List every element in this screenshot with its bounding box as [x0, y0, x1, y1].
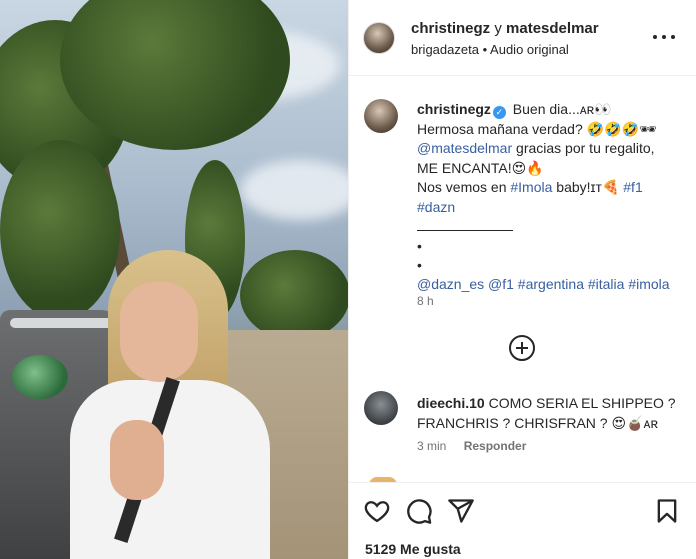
post-actions-bar: 5129 Me gusta	[349, 482, 696, 559]
comment-username[interactable]: dieechi.10	[417, 395, 485, 411]
person-face	[120, 282, 198, 382]
add-comment-icon[interactable]	[509, 335, 535, 361]
heart-icon[interactable]	[363, 497, 391, 525]
reply-button[interactable]: Responder	[464, 439, 527, 453]
author-link-1[interactable]: christinegz	[411, 20, 490, 37]
post-subtitle: brigadazeta • Audio original	[411, 42, 569, 57]
audio-link[interactable]: Audio original	[490, 42, 569, 57]
comment-meta: 3 min Responder	[417, 439, 526, 453]
post-media[interactable]	[0, 0, 348, 559]
person-hand	[110, 420, 164, 500]
subtitle-user-link[interactable]: brigadazeta	[411, 42, 479, 57]
helmet	[12, 355, 68, 399]
caption-line-4: ME ENCANTA!😍🔥	[417, 159, 544, 176]
tree-canopy	[240, 250, 348, 340]
caption-bullet: •	[417, 238, 422, 254]
authors-conjunction: y	[494, 20, 502, 37]
comment-text: dieechi.10 COMO SERIA EL SHIPPEO ? FRANC…	[417, 394, 679, 433]
post-header: christinegz y matesdelmar brigadazeta • …	[349, 0, 696, 76]
mention-link[interactable]: @matesdelmar	[417, 140, 512, 156]
buggy-bar	[10, 318, 120, 328]
likes-count[interactable]: 5129 Me gusta	[365, 541, 461, 557]
caption-line-1: Buen dia...	[512, 101, 580, 117]
caption-line-1-emoji: ᴀʀ👀	[579, 101, 612, 117]
hashtag-imola-link[interactable]: #Imola	[510, 179, 552, 195]
post-details-panel: christinegz y matesdelmar brigadazeta • …	[348, 0, 696, 559]
author-avatar[interactable]	[363, 22, 395, 54]
caption-username[interactable]: christinegz	[417, 101, 491, 117]
caption-time: 8 h	[417, 294, 434, 308]
subtitle-separator: •	[482, 42, 488, 57]
hashtag-dazn-link[interactable]: #dazn	[417, 199, 455, 215]
caption-line-3: gracias por tu regalito,	[512, 140, 655, 156]
media-cloud	[240, 160, 348, 220]
hashtag-f1-link[interactable]: #f1	[623, 179, 642, 195]
more-options-icon[interactable]	[653, 28, 675, 46]
caption-author-avatar[interactable]	[364, 99, 398, 133]
tree-canopy	[0, 140, 120, 320]
bookmark-icon[interactable]	[653, 497, 681, 525]
share-icon[interactable]	[447, 497, 475, 525]
comment-time: 3 min	[417, 439, 447, 453]
author-link-2[interactable]: matesdelmar	[506, 20, 599, 37]
caption-bullet: •	[417, 256, 422, 273]
caption-line-5: Nos vemos en	[417, 179, 511, 195]
post-caption: christinegz ✓ Buen dia...ᴀʀ👀 Hermosa maña…	[417, 100, 687, 295]
comment-icon[interactable]	[405, 497, 433, 525]
caption-line-2: Hermosa mañana verdad? 🤣🤣🤣🕶	[417, 120, 657, 137]
post-authors: christinegz y matesdelmar	[411, 20, 599, 37]
verified-badge-icon: ✓	[492, 106, 506, 119]
caption-divider	[417, 217, 513, 231]
caption-tags[interactable]: @dazn_es @f1 #argentina #italia #imola	[417, 276, 670, 292]
caption-line-5b: baby!ɪᴛ🍕	[552, 179, 624, 195]
commenter-avatar[interactable]	[364, 391, 398, 425]
